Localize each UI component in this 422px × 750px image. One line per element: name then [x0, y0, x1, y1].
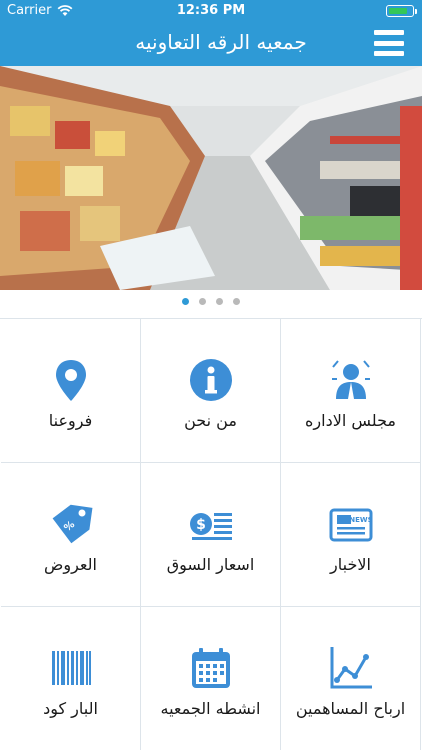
app-header: Carrier 12:36 PM جمعيه الرقه التعاونيه [0, 0, 422, 66]
menu-tile-location-pin[interactable]: فروعنا [1, 319, 141, 463]
menu-tile-board-member[interactable]: مجلس الاداره [281, 319, 421, 463]
menu-tile-label: العروض [44, 555, 97, 574]
svg-text:NEWS: NEWS [349, 516, 372, 524]
carousel-pager [0, 298, 422, 310]
app-title: جمعيه الرقه التعاونيه [135, 30, 307, 54]
supermarket-aisle-photo [0, 66, 422, 290]
barcode-icon [48, 645, 94, 691]
menu-grid: مجلس الاداره من نحن فروعنا NEWS الاخبار $ اسعا… [0, 318, 422, 750]
line-chart-icon [328, 645, 374, 691]
menu-tile-label: الاخبار [330, 555, 371, 574]
calendar-icon [188, 645, 234, 691]
carousel-dot-3[interactable] [216, 298, 223, 305]
menu-tile-newspaper[interactable]: NEWS الاخبار [281, 463, 421, 607]
hamburger-menu-icon[interactable] [374, 30, 404, 56]
battery-icon [386, 5, 417, 17]
price-list-icon: $ [188, 501, 234, 547]
menu-tile-label: مجلس الاداره [305, 411, 396, 430]
banner-carousel[interactable] [0, 66, 422, 290]
menu-tile-label: ارباح المساهمين [295, 699, 406, 718]
price-tag-icon: % [48, 501, 94, 547]
carousel-dot-1[interactable] [182, 298, 189, 305]
menu-tile-calendar[interactable]: انشطه الجمعيه [141, 607, 281, 750]
status-bar: Carrier 12:36 PM [0, 0, 422, 22]
menu-tile-price-list[interactable]: $ اسعار السوق [141, 463, 281, 607]
menu-tile-price-tag[interactable]: % العروض [1, 463, 141, 607]
info-icon [188, 357, 234, 403]
menu-tile-label: من نحن [184, 411, 237, 430]
menu-tile-label: البار كود [43, 699, 98, 718]
menu-tile-info[interactable]: من نحن [141, 319, 281, 463]
status-time: 12:36 PM [176, 3, 246, 18]
location-pin-icon [48, 357, 94, 403]
battery-level [389, 8, 407, 14]
menu-tile-label: انشطه الجمعيه [160, 699, 261, 718]
board-member-icon [328, 357, 374, 403]
newspaper-icon: NEWS [328, 501, 374, 547]
menu-tile-line-chart[interactable]: ارباح المساهمين [281, 607, 421, 750]
svg-text:$: $ [196, 517, 206, 533]
carousel-dot-4[interactable] [233, 298, 240, 305]
menu-tile-label: فروعنا [48, 411, 93, 430]
menu-tile-barcode[interactable]: البار كود [1, 607, 141, 750]
carousel-dot-2[interactable] [199, 298, 206, 305]
menu-tile-label: اسعار السوق [166, 555, 255, 574]
